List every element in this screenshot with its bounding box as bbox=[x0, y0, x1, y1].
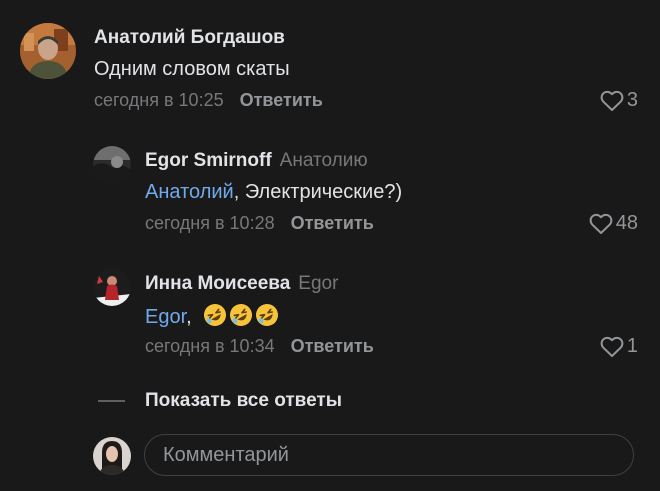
comment-body: , Электрические?) bbox=[233, 181, 403, 203]
comment-author[interactable]: Egor Smirnoff Анатолию bbox=[145, 150, 368, 172]
heart-icon bbox=[589, 213, 613, 235]
author-name[interactable]: Egor Smirnoff bbox=[145, 150, 272, 171]
comment-meta: сегодня в 10:25 Ответить bbox=[94, 90, 323, 111]
reply-button[interactable]: Ответить bbox=[291, 336, 374, 356]
emoji-row bbox=[203, 304, 281, 328]
show-all-replies-label[interactable]: Показать все ответы bbox=[145, 390, 342, 412]
comment-timestamp: сегодня в 10:28 bbox=[145, 213, 275, 233]
reply-button[interactable]: Ответить bbox=[291, 213, 374, 233]
rolling-on-floor-laughing-icon bbox=[230, 304, 253, 326]
rolling-on-floor-laughing-icon bbox=[204, 304, 227, 326]
comment-text: Анатолий, Электрические?) bbox=[145, 181, 402, 204]
comment-timestamp: сегодня в 10:34 bbox=[145, 336, 275, 356]
rolling-on-floor-laughing-icon bbox=[256, 304, 279, 326]
comment-meta: сегодня в 10:28 Ответить bbox=[145, 213, 374, 234]
current-user-avatar bbox=[93, 437, 131, 475]
comment-body: , bbox=[186, 306, 192, 328]
avatar[interactable] bbox=[20, 23, 76, 79]
comment-text: Egor, bbox=[145, 303, 281, 329]
reply-button[interactable]: Ответить bbox=[240, 90, 323, 110]
mention-link[interactable]: Egor bbox=[145, 306, 186, 328]
like-button[interactable]: 1 bbox=[600, 335, 638, 358]
author-name[interactable]: Анатолий Богдашов bbox=[94, 27, 285, 48]
avatar[interactable] bbox=[93, 268, 131, 306]
like-count: 3 bbox=[626, 89, 638, 111]
heart-icon bbox=[600, 336, 624, 358]
like-count: 48 bbox=[615, 212, 638, 234]
comment-input[interactable] bbox=[144, 434, 634, 476]
mention-link[interactable]: Анатолий bbox=[145, 181, 234, 203]
comment-author[interactable]: Инна Моисеева Egor bbox=[145, 273, 338, 295]
comment-body: Одним словом скаты bbox=[94, 58, 290, 80]
comment-timestamp: сегодня в 10:25 bbox=[94, 90, 224, 110]
author-name[interactable]: Инна Моисеева bbox=[145, 273, 290, 294]
divider bbox=[98, 400, 125, 402]
comment-text: Одним словом скаты bbox=[94, 58, 290, 81]
like-count: 1 bbox=[626, 335, 638, 357]
reply-to-name[interactable]: Egor bbox=[298, 273, 338, 294]
heart-icon bbox=[600, 90, 624, 112]
avatar[interactable] bbox=[93, 146, 131, 184]
show-all-replies-button[interactable]: Показать все ответы bbox=[98, 390, 342, 412]
like-button[interactable]: 3 bbox=[600, 89, 638, 112]
reply-to-name[interactable]: Анатолию bbox=[280, 150, 368, 171]
like-button[interactable]: 48 bbox=[589, 212, 638, 235]
comment-meta: сегодня в 10:34 Ответить bbox=[145, 336, 374, 357]
comment-author[interactable]: Анатолий Богдашов bbox=[94, 27, 285, 49]
